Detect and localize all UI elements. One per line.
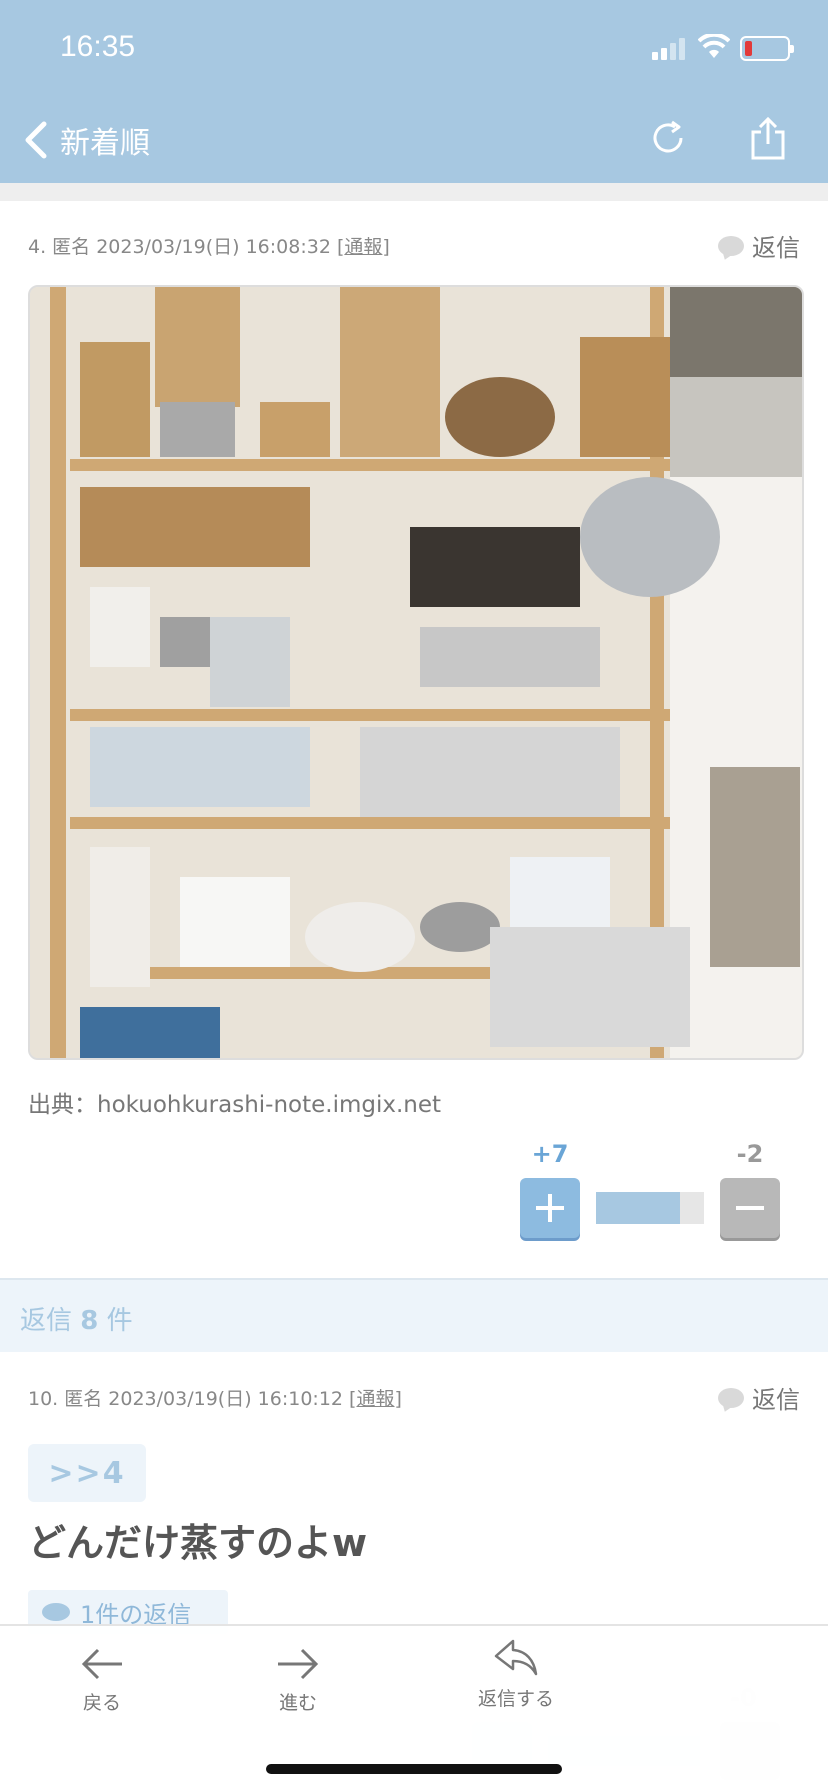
signal-icon	[652, 38, 685, 60]
post-image[interactable]	[28, 285, 804, 1060]
home-indicator	[266, 1764, 562, 1774]
post-body: どんだけ蒸すのよw	[28, 1521, 368, 1565]
arrow-right-icon	[278, 1648, 319, 1680]
vote-ratio-bar	[596, 1192, 704, 1224]
back-label: 新着順	[60, 126, 150, 161]
status-time: 16:35	[60, 30, 136, 63]
arrow-left-icon	[81, 1648, 122, 1680]
report-link[interactable]: 通報	[344, 236, 382, 258]
minus-vote-button[interactable]	[720, 1178, 780, 1238]
battery-icon	[740, 36, 794, 61]
minus-count: -2	[736, 1140, 764, 1168]
image-source: 出典：hokuohkurashi-note.imgix.net	[28, 1092, 442, 1118]
nav-back-button[interactable]: 戻る	[42, 1646, 162, 1715]
reply-label: 返信	[752, 234, 800, 262]
report-link[interactable]: 通報	[356, 1388, 394, 1410]
anchor-link[interactable]: >>4	[28, 1444, 146, 1502]
nav-forward-button[interactable]: 進む	[238, 1646, 358, 1715]
reply-button[interactable]: 返信	[718, 1380, 800, 1415]
wifi-icon	[698, 34, 730, 58]
replies-count: 返信 8 件	[20, 1306, 133, 1336]
separator	[0, 183, 828, 201]
chevron-left-icon	[25, 121, 47, 159]
nav-reply-button[interactable]: 返信する	[456, 1638, 576, 1711]
reply-label: 返信	[752, 1386, 800, 1414]
speech-bubble-icon	[718, 1387, 744, 1408]
replies-header[interactable]: 返信 8 件	[0, 1278, 828, 1352]
plus-vote-button[interactable]	[520, 1178, 580, 1238]
plus-count: +7	[531, 1140, 569, 1168]
share-icon[interactable]	[748, 116, 788, 160]
reply-button[interactable]: 返信	[718, 228, 800, 263]
back-button[interactable]: 新着順	[22, 118, 150, 162]
speech-bubble-icon	[42, 1603, 70, 1621]
reply-arrow-icon	[494, 1639, 538, 1676]
app-header: 16:35 新着順	[0, 0, 828, 183]
reload-icon[interactable]	[648, 118, 688, 158]
speech-bubble-icon	[718, 235, 744, 256]
reply-post-meta: 10. 匿名 2023/03/19(日) 16:10:12 [通報]	[28, 1388, 402, 1410]
post-meta: 4. 匿名 2023/03/19(日) 16:08:32 [通報]	[28, 236, 390, 258]
